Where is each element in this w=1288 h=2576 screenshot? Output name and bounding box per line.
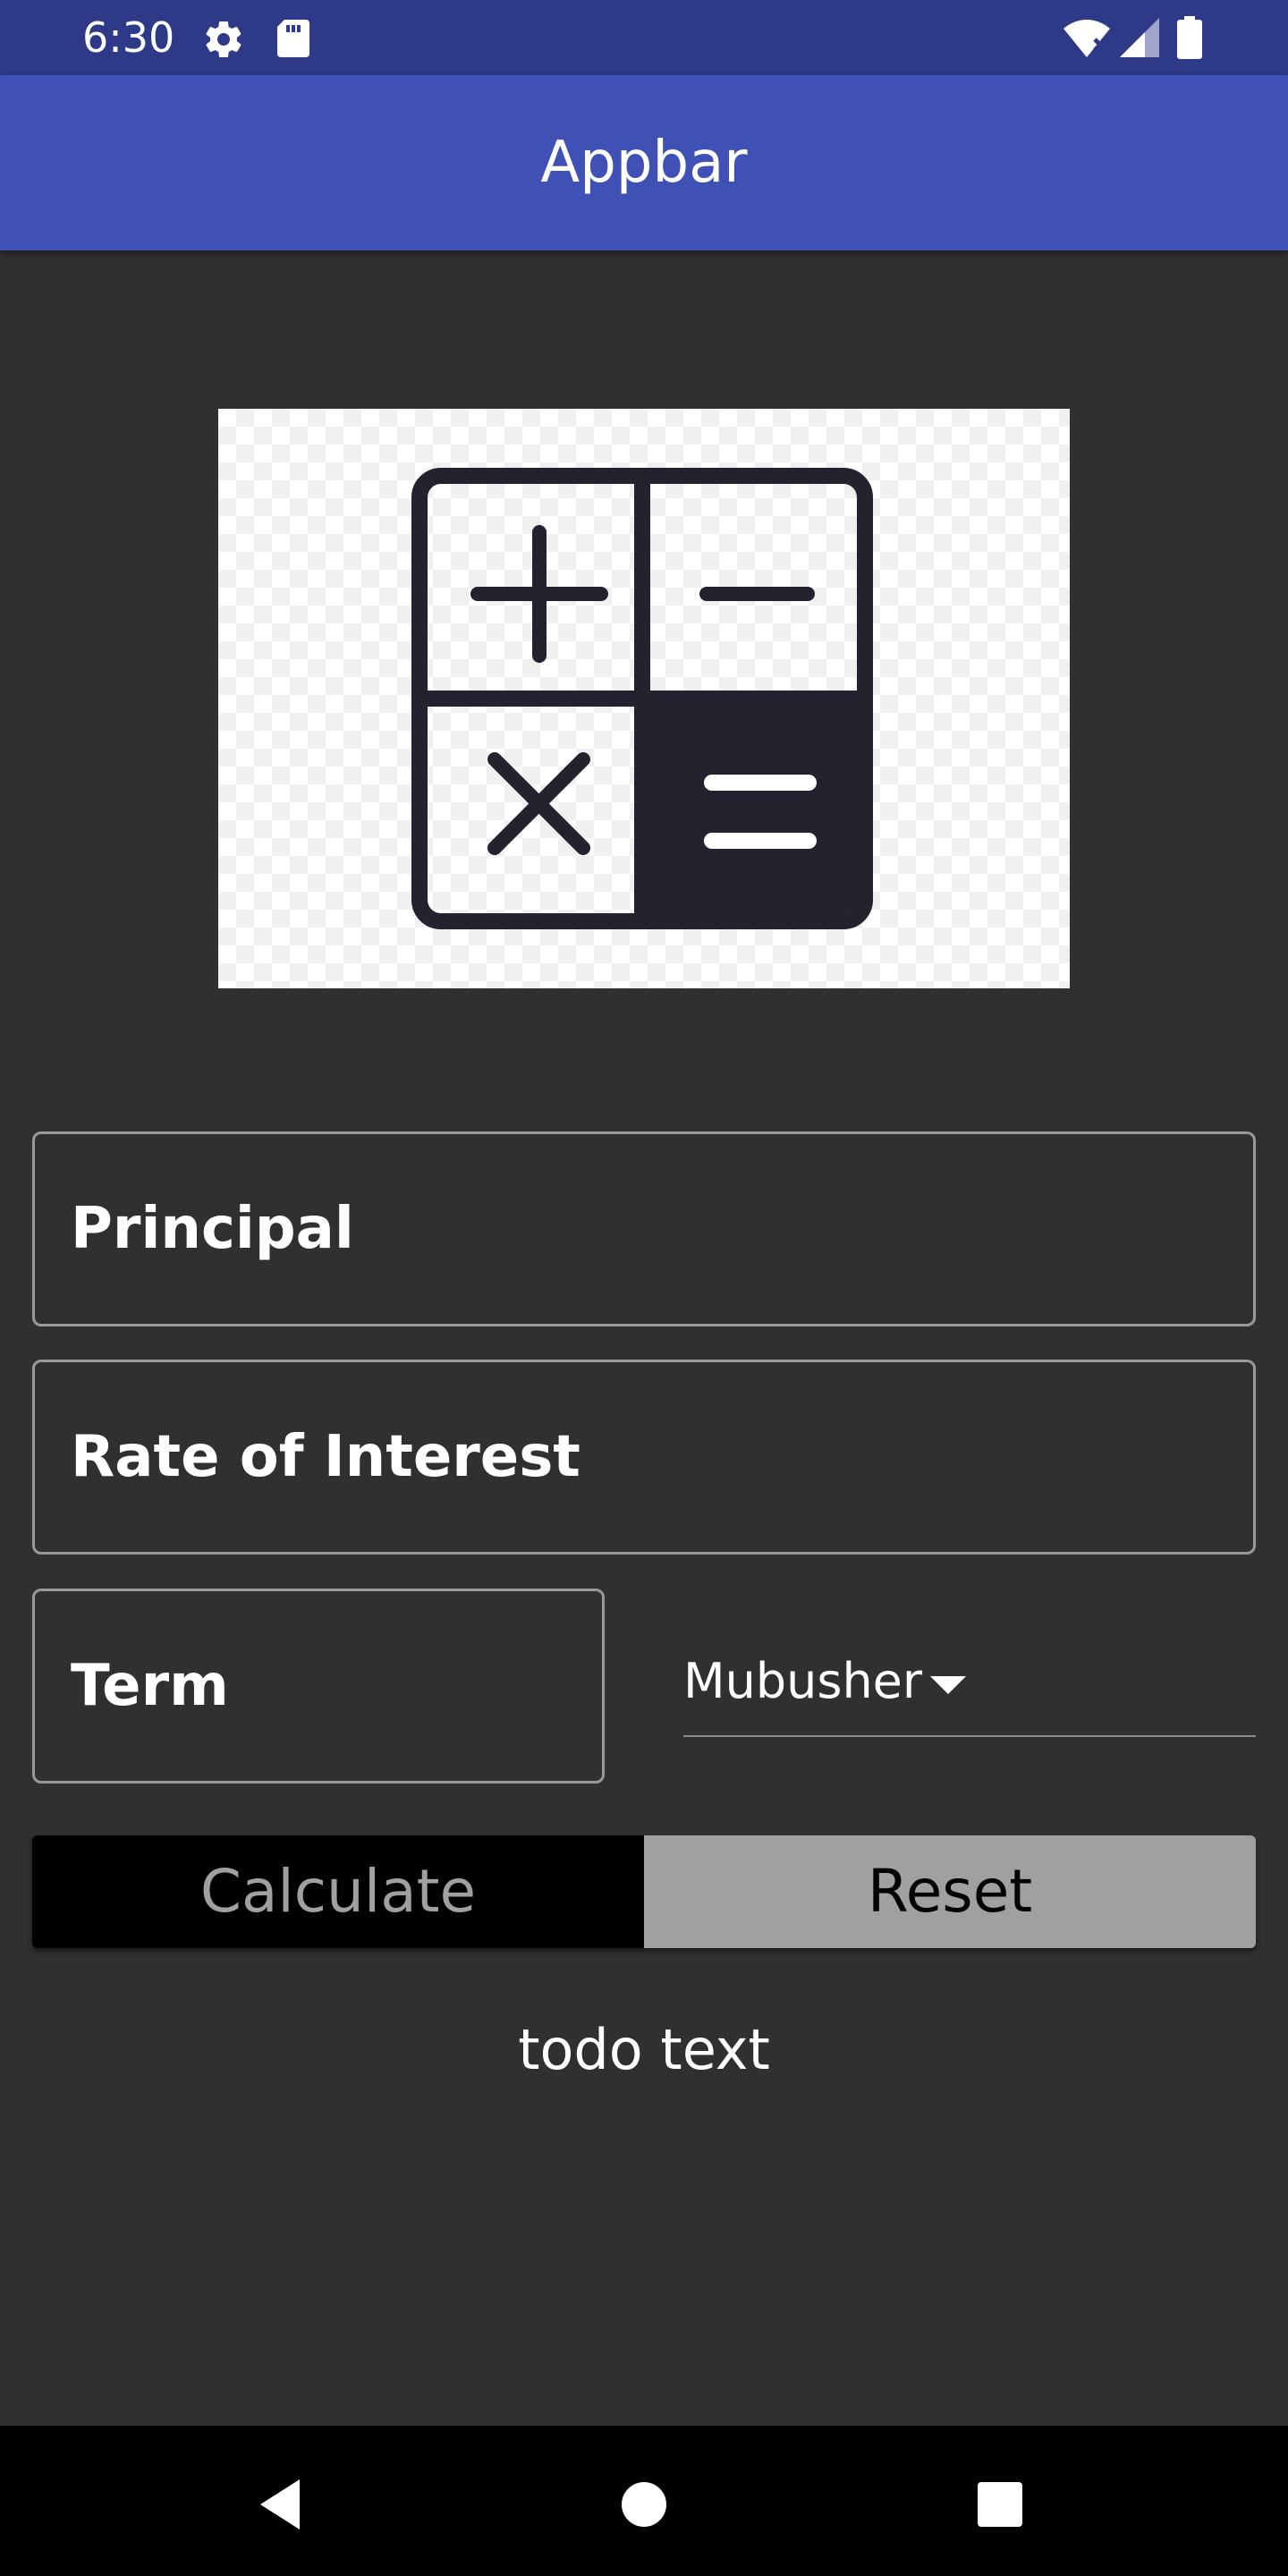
calculator-icon (411, 468, 873, 929)
back-button[interactable] (195, 2426, 374, 2576)
app-bar-title: Appbar (540, 130, 748, 196)
home-icon (622, 2482, 666, 2527)
term-unit-dropdown[interactable]: Mubusher (683, 1617, 1256, 1737)
signal-icon (1120, 18, 1159, 57)
reset-button[interactable]: Reset (644, 1835, 1256, 1948)
gear-icon (206, 21, 242, 58)
principal-field[interactable]: Principal (32, 1131, 1256, 1326)
wifi-icon (1063, 20, 1110, 57)
status-time: 6:30 (82, 13, 175, 62)
term-field[interactable]: Term (32, 1589, 605, 1784)
screen: 6:30 Appbar Principal Rate of Interest T… (0, 0, 1288, 2576)
dropdown-selected-value: Mubusher (683, 1653, 923, 1709)
result-text: todo text (518, 2017, 770, 2082)
rate-of-interest-field[interactable]: Rate of Interest (32, 1360, 1256, 1555)
back-icon (260, 2479, 300, 2529)
app-bar: Appbar (0, 75, 1288, 250)
battery-icon (1177, 16, 1202, 59)
calculate-button[interactable]: Calculate (32, 1835, 644, 1948)
navigation-bar (0, 2426, 1288, 2576)
home-button[interactable] (555, 2426, 733, 2576)
calculator-image (218, 409, 1070, 988)
sd-card-icon (277, 20, 309, 57)
rate-of-interest-label: Rate of Interest (71, 1424, 580, 1490)
term-label: Term (71, 1653, 229, 1719)
principal-label: Principal (71, 1196, 354, 1262)
status-bar: 6:30 (0, 0, 1288, 75)
dropdown-arrow-icon (930, 1676, 966, 1694)
recents-button[interactable] (911, 2426, 1089, 2576)
recents-icon (978, 2482, 1022, 2527)
